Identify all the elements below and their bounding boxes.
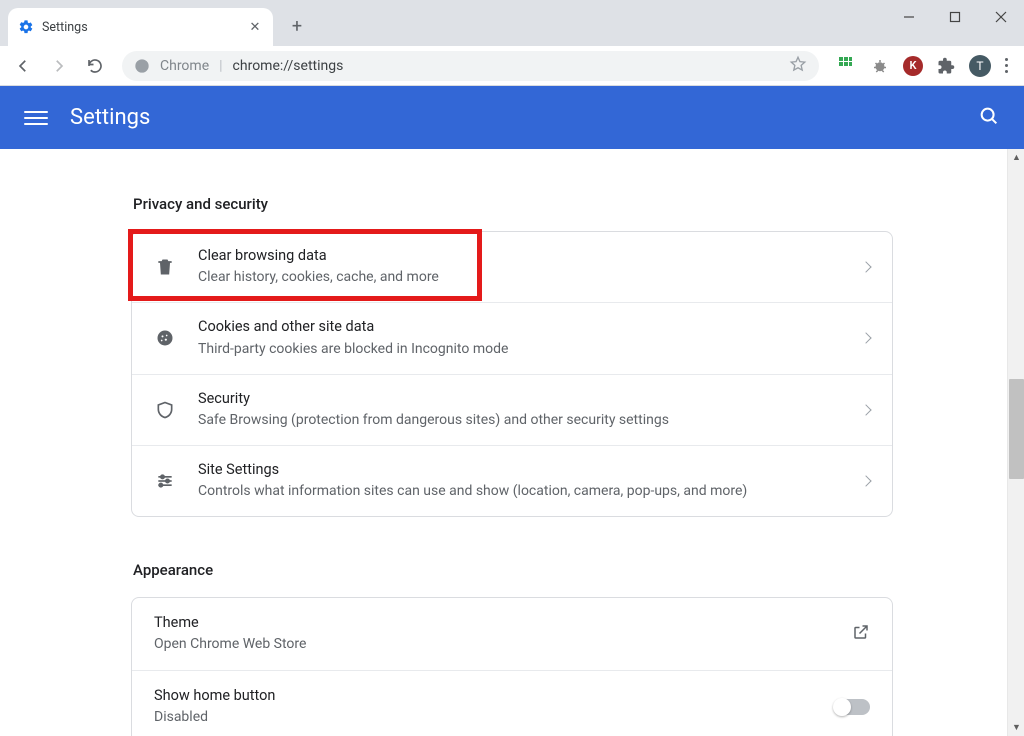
cookies-row[interactable]: Cookies and other site data Third-party … [132,302,892,373]
row-title: Security [198,389,840,409]
minimize-button[interactable] [886,0,932,34]
row-title: Theme [154,613,830,633]
close-window-button[interactable] [978,0,1024,34]
new-tab-button[interactable]: + [283,12,311,40]
profile-avatar[interactable]: T [969,55,991,77]
forward-button[interactable] [44,51,74,81]
menu-icon[interactable] [24,106,48,130]
url-scheme-label: Chrome [160,58,209,74]
extensions-puzzle-icon[interactable] [937,57,955,75]
appearance-card: Theme Open Chrome Web Store Show home bu… [131,597,893,736]
clear-browsing-data-row[interactable]: Clear browsing data Clear history, cooki… [132,232,892,302]
maximize-button[interactable] [932,0,978,34]
scrollbar[interactable]: ▲ ▼ [1007,149,1024,736]
content-area: Privacy and security Clear browsing data… [0,149,1024,736]
extension-k-icon[interactable]: K [903,56,923,76]
section-title-appearance: Appearance [131,561,893,579]
chevron-right-icon [860,475,871,486]
chevron-right-icon [860,404,871,415]
row-subtitle: Third-party cookies are blocked in Incog… [198,339,840,360]
row-subtitle: Open Chrome Web Store [154,634,830,655]
page-title: Settings [70,105,150,130]
row-title: Cookies and other site data [198,317,840,337]
row-subtitle: Disabled [154,707,812,728]
search-settings-icon[interactable] [978,105,1000,131]
url-text: chrome://settings [233,58,779,74]
theme-row[interactable]: Theme Open Chrome Web Store [132,598,892,670]
close-tab-icon[interactable]: ✕ [247,19,263,35]
trash-icon [154,256,176,278]
url-separator: | [219,58,222,74]
privacy-card: Clear browsing data Clear history, cooki… [131,231,893,517]
chevron-right-icon [860,333,871,344]
scroll-up-arrow[interactable]: ▲ [1008,149,1024,166]
browser-toolbar: Chrome | chrome://settings K T [0,46,1024,86]
extension-icons: K T [831,55,1016,77]
extension-bug-icon[interactable] [871,57,889,75]
extension-grid-icon[interactable] [839,57,857,75]
sliders-icon [154,470,176,492]
row-title: Show home button [154,686,812,706]
row-title: Clear browsing data [198,246,840,266]
site-info-icon[interactable] [134,58,150,74]
toggle-switch[interactable] [834,699,870,715]
reload-button[interactable] [80,51,110,81]
row-subtitle: Controls what information sites can use … [198,481,840,502]
bookmark-star-icon[interactable] [789,55,807,77]
row-title: Site Settings [198,460,840,480]
show-home-button-row[interactable]: Show home button Disabled [132,670,892,736]
row-subtitle: Clear history, cookies, cache, and more [198,267,840,288]
cookie-icon [154,327,176,349]
shield-icon [154,399,176,421]
tab-title: Settings [42,20,239,35]
address-bar[interactable]: Chrome | chrome://settings [122,51,819,81]
section-title-privacy: Privacy and security [131,195,893,213]
gear-icon [18,19,34,35]
security-row[interactable]: Security Safe Browsing (protection from … [132,374,892,445]
browser-tab[interactable]: Settings ✕ [8,8,273,46]
row-subtitle: Safe Browsing (protection from dangerous… [198,410,840,431]
external-link-icon [852,623,870,645]
window-controls [886,0,1024,34]
back-button[interactable] [8,51,38,81]
settings-header: Settings [0,86,1024,149]
window-titlebar: Settings ✕ + [0,0,1024,46]
scroll-down-arrow[interactable]: ▼ [1008,719,1024,736]
site-settings-row[interactable]: Site Settings Controls what information … [132,445,892,516]
chrome-menu-icon[interactable] [1005,58,1008,73]
chevron-right-icon [860,261,871,272]
scrollbar-thumb[interactable] [1009,379,1024,479]
